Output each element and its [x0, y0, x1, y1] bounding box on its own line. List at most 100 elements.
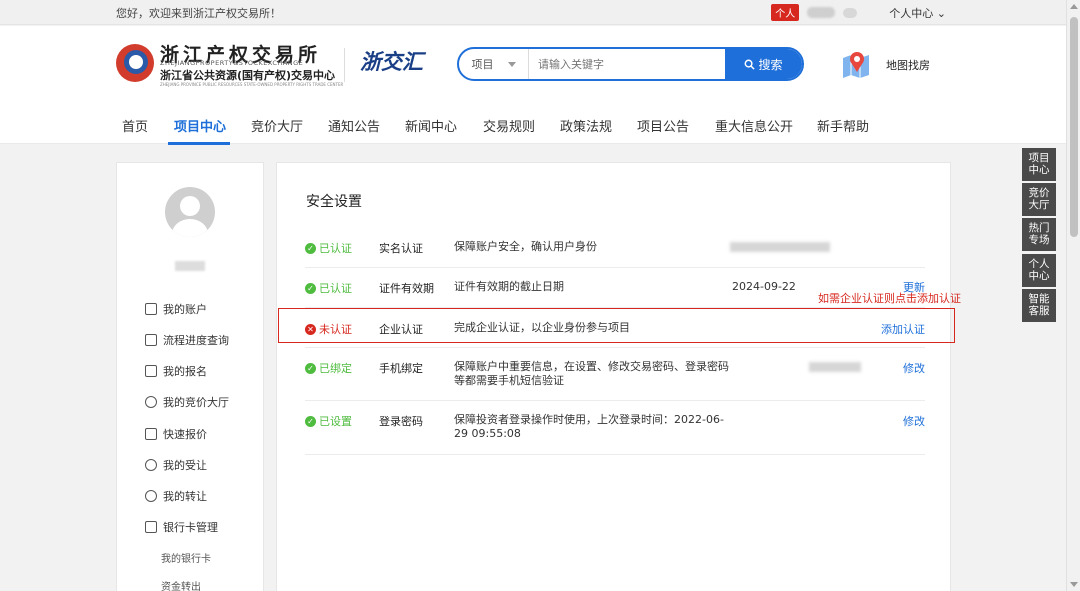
float-project-center[interactable]: 项目中心 — [1022, 148, 1056, 181]
logo-tiny-text: ZHEJIANG PROVINCE PUBLIC RESOURCES STATE… — [160, 82, 344, 87]
sidebar-item-label: 快速报价 — [163, 428, 207, 441]
sidebar-item-my-account[interactable]: 我的账户 — [145, 301, 207, 317]
wallet-icon — [145, 303, 157, 315]
check-icon: ✓ — [305, 362, 316, 374]
sidebar-item-label: 我的受让 — [163, 459, 207, 472]
item-value: 2024-09-22 — [732, 280, 796, 293]
item-desc: 保障投资者登录操作时使用，上次登录时间：2022-06-29 09:55:08 — [454, 413, 724, 440]
security-row-real-name: ✓ 已认证 实名认证 保障账户安全，确认用户身份 — [305, 227, 925, 268]
item-name: 实名认证 — [379, 242, 423, 255]
edit-icon — [145, 365, 157, 377]
zjh-logo[interactable]: 浙交汇 — [360, 46, 423, 76]
avatar[interactable] — [165, 187, 215, 237]
float-label: 热门专场 — [1028, 222, 1050, 246]
status-text: 已设置 — [319, 415, 352, 428]
map-search-link[interactable]: 地图找房 — [886, 57, 930, 73]
search-category-value: 项目 — [471, 58, 494, 71]
item-name: 证件有效期 — [379, 282, 434, 295]
status-text: 已认证 — [319, 282, 352, 295]
search-button[interactable]: 搜索 — [725, 49, 802, 79]
blurred-phone — [809, 362, 861, 372]
scroll-down-icon[interactable] — [1070, 582, 1078, 587]
card-icon — [145, 521, 157, 533]
sidebar-subitem-withdraw[interactable]: 资金转出 — [161, 578, 201, 591]
float-hot-special[interactable]: 热门专场 — [1022, 218, 1056, 251]
user-icon — [145, 459, 157, 471]
security-row-password: ✓ 已设置 登录密码 保障投资者登录操作时使用，上次登录时间：2022-06-29… — [305, 401, 925, 455]
sidebar-subitem-my-cards[interactable]: 我的银行卡 — [161, 550, 211, 565]
sidebar-item-transferee[interactable]: 我的受让 — [145, 457, 207, 473]
top-bar-user: 个人 个人中心 ⌄ — [771, 4, 946, 21]
sidebar: 我的账户 流程进度查询 我的报名 我的竞价大厅 快速报价 我的受让 我的转让 银… — [116, 162, 264, 591]
status-badge: ✓ 已设置 — [305, 413, 352, 429]
blurred-username — [807, 7, 836, 18]
nav-beginner-help[interactable]: 新手帮助 — [817, 116, 869, 135]
float-label: 项目中心 — [1028, 152, 1050, 176]
item-desc: 保障账户安全，确认用户身份 — [454, 240, 597, 253]
modify-phone-link[interactable]: 修改 — [903, 360, 925, 376]
sidebar-item-label: 我的竞价大厅 — [163, 396, 229, 409]
page-title: 安全设置 — [306, 194, 362, 210]
sidebar-item-progress[interactable]: 流程进度查询 — [145, 332, 229, 348]
nav-notices[interactable]: 通知公告 — [328, 116, 380, 135]
check-icon: ✓ — [305, 415, 316, 427]
logo-english: ZHEJIANGPROPERTY&STOCKEXCHANGE — [160, 59, 304, 67]
logo-subtitle: 浙江省公共资源(国有产权)交易中心 — [160, 69, 336, 82]
search-category-select[interactable]: 项目 — [459, 49, 529, 79]
float-label: 竞价大厅 — [1028, 187, 1050, 211]
sidebar-item-label: 我的报名 — [163, 365, 207, 378]
scrollbar-thumb[interactable] — [1070, 17, 1078, 237]
hammer-icon — [145, 428, 157, 440]
item-name: 手机绑定 — [379, 362, 423, 375]
sidebar-item-registrations[interactable]: 我的报名 — [145, 363, 207, 379]
yen-icon — [145, 396, 157, 408]
sidebar-item-transferor[interactable]: 我的转让 — [145, 488, 207, 504]
nav-policies[interactable]: 政策法规 — [560, 116, 612, 135]
search-input[interactable] — [529, 49, 725, 79]
sidebar-item-label: 我的转让 — [163, 490, 207, 503]
header-divider — [344, 48, 345, 82]
flowchart-icon — [145, 334, 157, 346]
blurred-value — [730, 242, 830, 252]
scroll-up-icon[interactable] — [1070, 4, 1078, 9]
nav-project-center[interactable]: 项目中心 — [174, 116, 226, 135]
blurred-user-name — [175, 261, 205, 271]
nav-bidding-hall[interactable]: 竞价大厅 — [251, 116, 303, 135]
status-badge: ✓ 已认证 — [305, 240, 352, 256]
sidebar-item-label: 我的账户 — [163, 303, 207, 316]
status-badge: ✓ 已认证 — [305, 280, 352, 296]
nav-project-announcements[interactable]: 项目公告 — [637, 116, 689, 135]
nav-active-indicator — [168, 142, 230, 145]
float-personal-center[interactable]: 个人中心 — [1022, 254, 1056, 287]
check-icon: ✓ — [305, 242, 316, 254]
float-label: 个人中心 — [1028, 258, 1050, 282]
user-dropdown-icon[interactable] — [843, 7, 858, 18]
map-search-icon[interactable] — [840, 48, 872, 80]
item-name: 登录密码 — [379, 415, 423, 428]
modify-password-link[interactable]: 修改 — [903, 413, 925, 429]
nav-trade-rules[interactable]: 交易规则 — [483, 116, 535, 135]
sidebar-item-quick-quote[interactable]: 快速报价 — [145, 426, 207, 442]
sidebar-item-label: 流程进度查询 — [163, 334, 229, 347]
sidebar-item-bank-cards[interactable]: 银行卡管理 — [145, 519, 218, 535]
nav-news[interactable]: 新闻中心 — [405, 116, 457, 135]
site-header: 浙江产权交易所 ZHEJIANGPROPERTY&STOCKEXCHANGE 浙… — [0, 26, 1066, 103]
sidebar-item-label: 银行卡管理 — [163, 521, 218, 534]
chevron-down-icon — [507, 61, 516, 67]
status-badge: ✓ 已绑定 — [305, 360, 352, 376]
page-scrollbar[interactable] — [1066, 0, 1080, 591]
welcome-text: 您好，欢迎来到浙江产权交易所！ — [116, 7, 281, 20]
logo-icon[interactable] — [116, 44, 154, 82]
sidebar-item-bidding[interactable]: 我的竞价大厅 — [145, 394, 229, 410]
nav-home[interactable]: 首页 — [122, 116, 148, 135]
nav-major-disclosure[interactable]: 重大信息公开 — [715, 116, 793, 135]
personal-badge: 个人 — [771, 4, 800, 21]
user-icon — [145, 490, 157, 502]
security-panel: 安全设置 ✓ 已认证 实名认证 保障账户安全，确认用户身份 ✓ 已认证 证件有效期 … — [276, 162, 951, 591]
security-row-phone: ✓ 已绑定 手机绑定 保障账户中重要信息，在设置、修改交易密码、登录密码等都需要手… — [305, 348, 925, 401]
search-icon — [745, 59, 756, 70]
float-label: 智能客服 — [1028, 293, 1050, 317]
float-smart-service[interactable]: 智能客服 — [1022, 289, 1056, 322]
float-bidding-hall[interactable]: 竞价大厅 — [1022, 183, 1056, 216]
user-center-link[interactable]: 个人中心 ⌄ — [889, 5, 946, 21]
